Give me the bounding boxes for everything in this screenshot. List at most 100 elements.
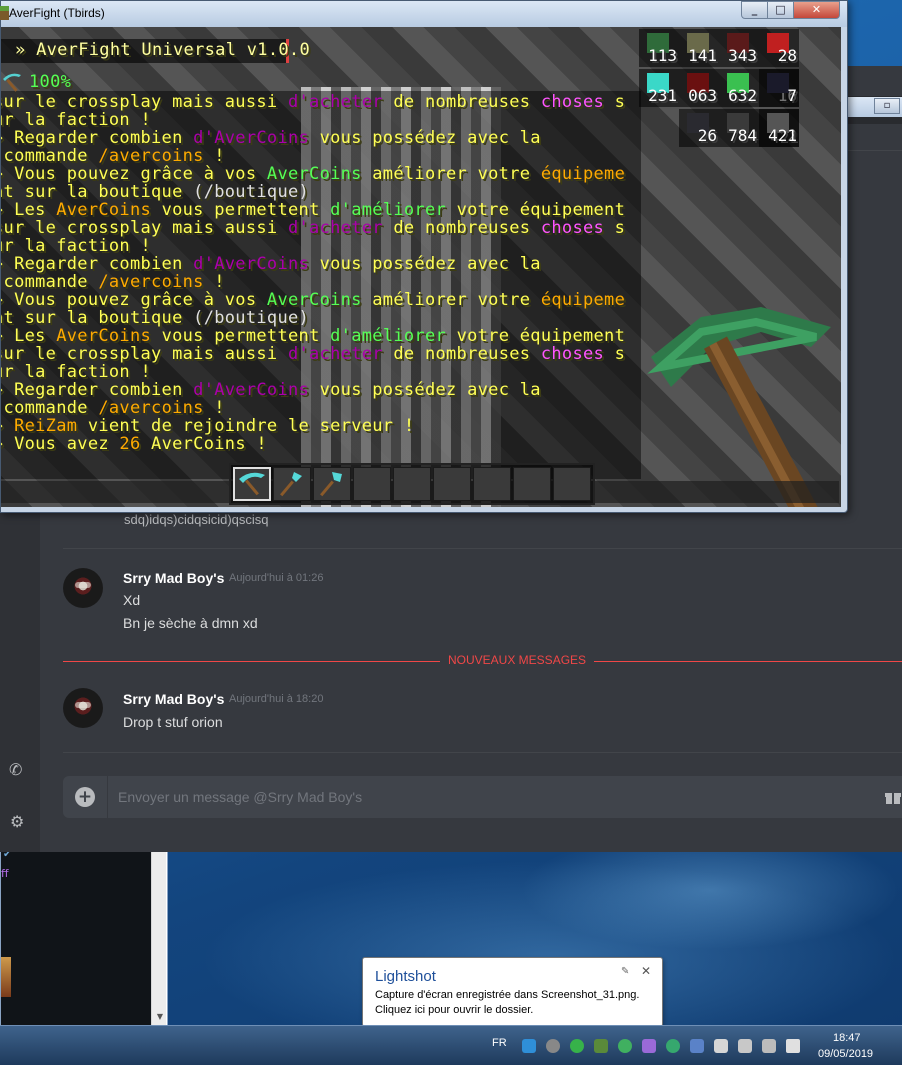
pin-icon[interactable]: ✎ (621, 966, 629, 977)
chat-segment: vous permettent (151, 200, 331, 220)
hotbar-slot[interactable] (433, 467, 471, 501)
hotbar-slot-selected[interactable] (233, 467, 271, 501)
language-indicator[interactable]: FR (492, 1037, 507, 1049)
resource-count: 632 (728, 86, 757, 105)
chat-segment: d'acheter (287, 218, 383, 238)
gift-icon[interactable] (884, 788, 902, 804)
hotbar-slot[interactable] (393, 467, 431, 501)
tray-app-icon[interactable] (546, 1039, 560, 1053)
tray-app-icon[interactable] (690, 1039, 704, 1053)
chat-segment: équipeme (540, 164, 626, 184)
hotbar-slot[interactable] (313, 467, 351, 501)
resource-count: 28 (777, 46, 797, 65)
chat-segment: choses (540, 344, 605, 364)
scroll-down-icon[interactable]: ▼ (157, 1012, 163, 1021)
thumbnail-image (1, 957, 11, 997)
chat-segment: équipeme (540, 290, 626, 310)
chat-line: » Regarder combien d'AverCoins vous poss… (1, 129, 541, 147)
network-icon[interactable] (762, 1039, 776, 1053)
window-titlebar[interactable]: AverFight (Tbirds) _ □ ✕ (0, 1, 847, 27)
lightshot-notification[interactable]: Lightshot ✎ ✕ Capture d'écran enregistré… (362, 957, 663, 1038)
game-viewport[interactable]: » AverFight Universal v1.0.0 100% sur le… (1, 27, 841, 507)
hotbar-slot[interactable] (353, 467, 391, 501)
hotbar-slot[interactable] (553, 467, 591, 501)
chat-segment: ur la faction ! (1, 110, 152, 130)
gear-icon[interactable]: ⚙ (10, 812, 24, 831)
maximize-button[interactable]: ▫ (874, 98, 900, 114)
avatar[interactable] (63, 568, 103, 608)
server-header: » AverFight Universal v1.0.0 (1, 39, 310, 63)
tray-app-icon[interactable] (570, 1039, 584, 1053)
notification-text: Capture d'écran enregistrée dans Screens… (375, 989, 640, 1001)
chat-segment: votre équipement (446, 326, 626, 346)
chat-segment: » (1, 416, 14, 436)
maximize-button[interactable]: □ (767, 1, 794, 19)
close-button[interactable]: ✕ (793, 1, 840, 19)
resource-count: 113 (648, 46, 677, 65)
resource-count: 231 (648, 86, 677, 105)
volume-icon[interactable] (786, 1039, 800, 1053)
chat-segment: (/boutique) (193, 182, 310, 202)
hotbar-slot[interactable] (273, 467, 311, 501)
tray-app-icon[interactable] (522, 1039, 536, 1053)
chat-segment: sur le crossplay mais aussi (1, 92, 288, 112)
clock-time[interactable]: 18:47 (833, 1032, 861, 1044)
tray-app-icon[interactable] (738, 1039, 752, 1053)
shield-icon[interactable] (666, 1039, 680, 1053)
resource-counter: 7 (759, 69, 799, 107)
tray-app-icon[interactable] (618, 1039, 632, 1053)
background-window-content: ✔ ff (1, 849, 151, 1025)
new-messages-label: NOUVEAUX MESSAGES (440, 653, 595, 667)
chat-segment: AverCoins (56, 200, 152, 220)
chat-line: commande /avercoins ! (1, 273, 225, 291)
message-author[interactable]: Srry Mad Boy's (123, 691, 224, 707)
background-window-titlebar[interactable]: ▫ (846, 97, 902, 117)
resource-count: 421 (768, 126, 797, 145)
chat-segment: commande (1, 146, 99, 166)
action-center-icon[interactable] (714, 1039, 728, 1053)
chat-segment: de nombreuses (382, 92, 541, 112)
scrollbar[interactable]: ▼ (151, 849, 166, 1025)
chat-line: nt sur la boutique (/boutique) (1, 183, 309, 201)
hotbar-slot[interactable] (513, 467, 551, 501)
resource-counter-grid: 11314134328231063632167267842421 (639, 29, 841, 153)
clock-date[interactable]: 09/05/2019 (818, 1048, 873, 1060)
chat-segment: ! (203, 398, 225, 418)
resource-counter: 421 (759, 109, 799, 147)
chat-line: sur le crossplay mais aussi d'acheter de… (1, 219, 625, 237)
hangup-call-icon[interactable]: ✆ (9, 760, 22, 779)
hotbar[interactable] (229, 463, 595, 505)
composer-separator (107, 776, 108, 818)
message-author[interactable]: Srry Mad Boy's (123, 570, 224, 586)
minecraft-window[interactable]: AverFight (Tbirds) _ □ ✕ » AverFight Uni… (0, 0, 848, 513)
resource-counter: 113 (639, 29, 679, 67)
resource-count: 063 (688, 86, 717, 105)
minimize-button[interactable]: _ (741, 1, 768, 19)
held-pickaxe (647, 307, 831, 507)
resource-counter: 343 (719, 29, 759, 67)
chat-segment: d'améliorer (330, 326, 447, 346)
chat-segment: votre équipement (446, 200, 626, 220)
resource-count: 7 (787, 86, 797, 105)
avatar[interactable] (63, 688, 103, 728)
chat-segment: d'AverCoins (193, 254, 310, 274)
upload-button[interactable]: + (75, 787, 95, 807)
hotbar-slot[interactable] (473, 467, 511, 501)
resource-counter: 063 (679, 69, 719, 107)
chat-line: ur la faction ! (1, 111, 151, 129)
chat-segment: vous permettent (151, 326, 331, 346)
lightshot-tray-icon[interactable] (642, 1039, 656, 1053)
chat-segment: AverCoins ! (140, 434, 267, 454)
chat-segment: choses (540, 92, 605, 112)
tray-app-icon[interactable] (594, 1039, 608, 1053)
chat-segment: d'améliorer (330, 200, 447, 220)
message-input[interactable] (118, 787, 858, 807)
pickaxe-icon (3, 73, 21, 92)
chat-segment: commande (1, 398, 99, 418)
notification-link[interactable]: Cliquez ici pour ouvrir le dossier. (375, 1004, 533, 1016)
chat-segment: 26 (119, 434, 141, 454)
chat-line: » Vous avez 26 AverCoins ! (1, 435, 267, 453)
background-window[interactable]: ✔ ff ▼ (0, 848, 168, 1026)
close-icon[interactable]: ✕ (641, 964, 651, 978)
chat-segment: » Regarder combien (1, 380, 194, 400)
